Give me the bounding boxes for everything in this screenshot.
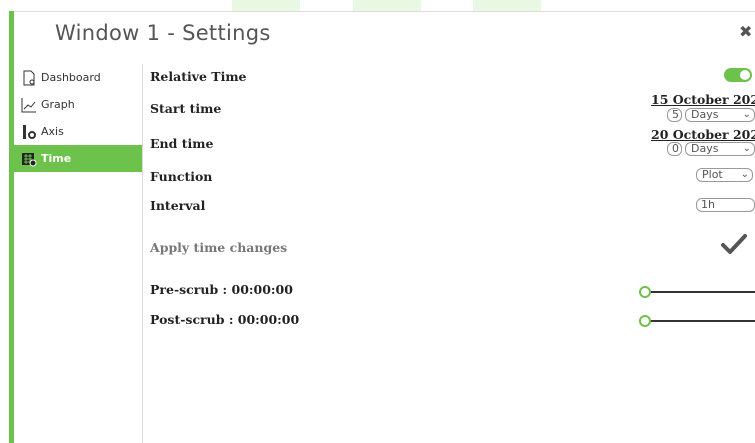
- end-time-label: End time: [150, 136, 214, 151]
- chevron-down-icon: ⌄: [740, 169, 749, 180]
- start-amount-input[interactable]: 5: [667, 108, 682, 122]
- pre-scrub-slider-handle[interactable]: [639, 286, 651, 298]
- dashboard-icon: [21, 70, 37, 86]
- function-label: Function: [150, 169, 213, 184]
- axis-icon: [21, 124, 37, 140]
- end-unit-value: Days: [691, 142, 719, 155]
- end-unit-select[interactable]: Days ⌄: [685, 142, 755, 156]
- apply-time-label: Apply time changes: [150, 240, 288, 255]
- close-icon: ✖: [739, 22, 753, 41]
- window-title: Window 1 - Settings: [55, 21, 271, 45]
- sidebar-item-label: Graph: [41, 98, 75, 111]
- end-date[interactable]: 20 October 2023: [651, 127, 755, 142]
- post-scrub-slider-handle[interactable]: [639, 315, 651, 327]
- sidebar-item-dashboard[interactable]: Dashboard: [14, 64, 142, 91]
- interval-input[interactable]: 1h: [696, 198, 755, 212]
- apply-button[interactable]: [721, 233, 747, 259]
- relative-time-label: Relative Time: [150, 69, 247, 84]
- sidebar-item-time[interactable]: Time: [14, 145, 142, 172]
- relative-time-toggle[interactable]: [724, 68, 752, 82]
- end-amount-input[interactable]: 0: [667, 142, 682, 156]
- chevron-down-icon: ⌄: [742, 143, 751, 154]
- toggle-knob: [740, 70, 750, 80]
- start-unit-value: Days: [691, 108, 719, 121]
- pre-scrub-label: Pre-scrub : 00:00:00: [150, 282, 293, 297]
- time-icon: [21, 151, 37, 167]
- graph-icon: [21, 97, 37, 113]
- start-time-label: Start time: [150, 101, 222, 116]
- post-scrub-slider-track[interactable]: [645, 320, 755, 322]
- sidebar-item-graph[interactable]: Graph: [14, 91, 142, 118]
- close-button[interactable]: ✖: [739, 22, 752, 41]
- chevron-down-icon: ⌄: [742, 109, 751, 120]
- pre-scrub-slider-track[interactable]: [645, 291, 755, 293]
- function-value: Plot: [702, 168, 723, 181]
- post-scrub-label: Post-scrub : 00:00:00: [150, 312, 300, 327]
- window-top-border: [9, 11, 755, 12]
- sidebar: Dashboard Graph Axis Time: [14, 64, 143, 443]
- sidebar-item-label: Dashboard: [41, 71, 101, 84]
- start-date[interactable]: 15 October 2023: [651, 92, 755, 107]
- interval-label: Interval: [150, 198, 206, 213]
- checkmark-icon: [721, 234, 747, 254]
- start-unit-select[interactable]: Days ⌄: [685, 108, 755, 122]
- function-select[interactable]: Plot ⌄: [696, 168, 753, 182]
- sidebar-item-label: Axis: [41, 125, 64, 138]
- sidebar-item-label: Time: [41, 152, 72, 165]
- sidebar-item-axis[interactable]: Axis: [14, 118, 142, 145]
